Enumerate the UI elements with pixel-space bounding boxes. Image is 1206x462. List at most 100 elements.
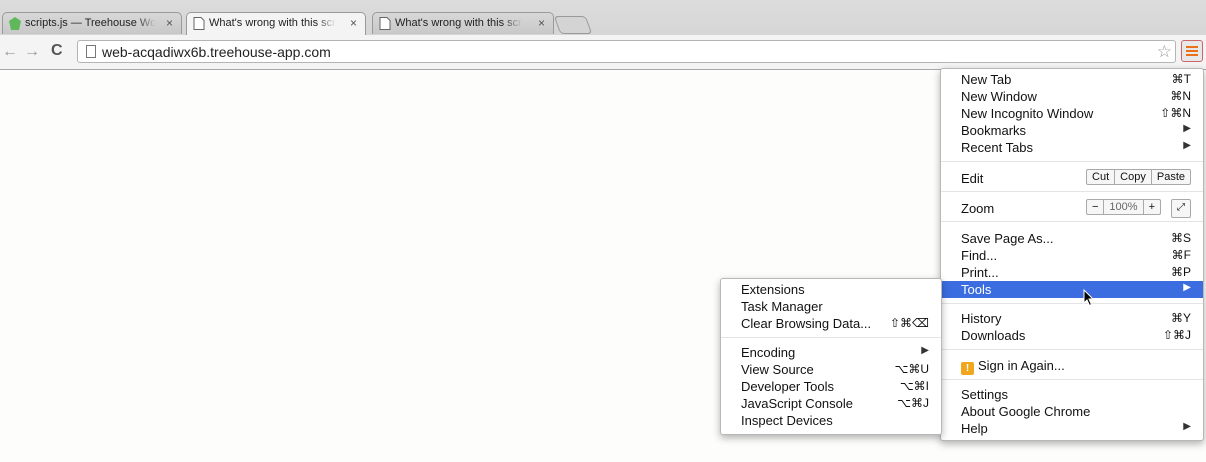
browser-chrome: scripts.js — Treehouse Wo × What's wrong… — [0, 0, 1206, 70]
menu-item-extensions[interactable]: Extensions — [721, 281, 941, 298]
menu-item-label: Downloads — [961, 328, 1026, 343]
menu-item-save-page[interactable]: Save Page As... ⌘S — [941, 230, 1203, 247]
menu-item-help[interactable]: Help ▶ — [941, 420, 1203, 437]
submenu-arrow-icon: ▶ — [1183, 123, 1191, 134]
menu-item-print[interactable]: Print... ⌘P — [941, 264, 1203, 281]
edit-controls: Cut Copy Paste — [1086, 169, 1191, 185]
tab-title: What's wrong with this scr — [395, 17, 522, 29]
menu-item-bookmarks[interactable]: Bookmarks ▶ — [941, 122, 1203, 139]
menu-item-label: Inspect Devices — [741, 413, 833, 428]
cut-button[interactable]: Cut — [1087, 170, 1116, 184]
mouse-cursor-icon — [1083, 289, 1095, 307]
menu-item-downloads[interactable]: Downloads ⇧⌘J — [941, 327, 1203, 344]
zoom-level: 100% — [1104, 200, 1144, 214]
menu-item-label: JavaScript Console — [741, 396, 853, 411]
menu-item-find[interactable]: Find... ⌘F — [941, 247, 1203, 264]
toolbar: ← → C web-acqadiwx6b.treehouse-app.com ☆ — [0, 35, 1206, 69]
menu-item-label: Settings — [961, 387, 1008, 402]
tab-scripts[interactable]: scripts.js — Treehouse Wo × — [2, 12, 182, 34]
menu-item-task-manager[interactable]: Task Manager — [721, 298, 941, 315]
menu-item-new-incognito[interactable]: New Incognito Window ⇧⌘N — [941, 105, 1203, 122]
menu-item-label-wrap: ! Sign in Again... — [961, 358, 1065, 375]
shortcut-label: ⌘Y — [1170, 311, 1191, 325]
chrome-menu-button[interactable] — [1181, 40, 1203, 62]
menu-item-developer-tools[interactable]: Developer Tools ⌥⌘I — [721, 378, 941, 395]
menu-item-label: Developer Tools — [741, 379, 834, 394]
menu-item-label: Find... — [961, 248, 998, 263]
url-text[interactable]: web-acqadiwx6b.treehouse-app.com — [102, 44, 331, 60]
menu-item-label: Print... — [961, 265, 999, 280]
tools-submenu: Extensions Task Manager Clear Browsing D… — [720, 278, 942, 435]
menu-item-label: Edit — [961, 171, 984, 186]
menu-item-label: Zoom — [961, 201, 995, 216]
menu-item-javascript-console[interactable]: JavaScript Console ⌥⌘J — [721, 395, 941, 412]
close-icon[interactable]: × — [350, 16, 357, 30]
menu-item-label: Bookmarks — [961, 123, 1027, 138]
star-icon[interactable]: ☆ — [1157, 42, 1172, 62]
tab-strip: scripts.js — Treehouse Wo × What's wrong… — [0, 12, 1206, 35]
menu-item-label: Encoding — [741, 345, 796, 360]
new-tab-button[interactable] — [553, 16, 593, 34]
menu-item-label: New Tab — [961, 72, 1012, 87]
forward-icon[interactable]: → — [24, 43, 40, 61]
tab-active[interactable]: What's wrong with this scr × — [186, 12, 366, 35]
shortcut-label: ⌘S — [1170, 231, 1191, 245]
fullscreen-icon[interactable]: ⤢ — [1171, 199, 1191, 218]
menu-item-label: Clear Browsing Data... — [741, 316, 872, 331]
menu-item-settings[interactable]: Settings — [941, 386, 1203, 403]
shortcut-label: ⌥⌘I — [899, 379, 929, 393]
menu-separator — [941, 349, 1203, 350]
shortcut-label: ⇧⌘⌫ — [889, 316, 929, 330]
menu-item-new-tab[interactable]: New Tab ⌘T — [941, 71, 1203, 88]
menu-item-zoom: Zoom − 100% + ⤢ — [941, 199, 1203, 218]
menu-item-new-window[interactable]: New Window ⌘N — [941, 88, 1203, 105]
menu-item-inspect-devices[interactable]: Inspect Devices — [721, 412, 941, 429]
menu-item-edit: Edit Cut Copy Paste — [941, 169, 1203, 187]
menu-item-tools[interactable]: Tools ▶ — [941, 281, 1203, 298]
submenu-arrow-icon: ▶ — [921, 345, 929, 356]
shortcut-label: ⌘N — [1170, 89, 1191, 103]
zoom-controls: − 100% + — [1085, 199, 1161, 215]
submenu-arrow-icon: ▶ — [1183, 282, 1191, 293]
menu-item-label: Task Manager — [741, 299, 823, 314]
menu-item-label: About Google Chrome — [961, 404, 1091, 419]
menu-item-sign-in[interactable]: ! Sign in Again... — [941, 357, 1203, 375]
reload-icon[interactable]: C — [51, 42, 63, 60]
menu-bar-icon — [1186, 46, 1198, 48]
page-icon — [86, 45, 96, 58]
menu-separator — [941, 221, 1203, 222]
chrome-main-menu: New Tab ⌘T New Window ⌘N New Incognito W… — [940, 68, 1204, 441]
menu-separator — [941, 379, 1203, 380]
paste-button[interactable]: Paste — [1152, 170, 1190, 184]
menu-separator — [721, 337, 941, 338]
menu-separator — [941, 161, 1203, 162]
close-icon[interactable]: × — [166, 16, 173, 30]
copy-button[interactable]: Copy — [1115, 170, 1152, 184]
menu-item-label: Help — [961, 421, 988, 436]
menu-item-label: New Window — [961, 89, 1037, 104]
shortcut-label: ⌥⌘J — [897, 396, 929, 410]
address-bar[interactable]: web-acqadiwx6b.treehouse-app.com ☆ — [77, 40, 1176, 63]
shortcut-label: ⇧⌘J — [1162, 328, 1191, 342]
menu-separator — [941, 303, 1203, 304]
menu-item-history[interactable]: History ⌘Y — [941, 310, 1203, 327]
shortcut-label: ⇧⌘N — [1160, 106, 1191, 120]
menu-item-encoding[interactable]: Encoding ▶ — [721, 344, 941, 361]
shortcut-label: ⌘T — [1171, 72, 1191, 86]
menu-item-clear-browsing-data[interactable]: Clear Browsing Data... ⇧⌘⌫ — [721, 315, 941, 332]
page-icon — [193, 17, 205, 30]
tab-third[interactable]: What's wrong with this scr × — [372, 12, 554, 34]
tab-title: scripts.js — Treehouse Wo — [25, 17, 157, 29]
menu-item-label: Tools — [961, 282, 992, 297]
menu-item-recent-tabs[interactable]: Recent Tabs ▶ — [941, 139, 1203, 156]
warning-icon: ! — [961, 362, 974, 375]
menu-item-label: Recent Tabs — [961, 140, 1034, 155]
close-icon[interactable]: × — [538, 16, 545, 30]
menu-item-view-source[interactable]: View Source ⌥⌘U — [721, 361, 941, 378]
page-icon — [379, 17, 391, 30]
zoom-out-button[interactable]: − — [1087, 200, 1105, 214]
menu-item-about[interactable]: About Google Chrome — [941, 403, 1203, 420]
menu-item-label: Extensions — [741, 282, 805, 297]
zoom-in-button[interactable]: + — [1144, 200, 1160, 214]
back-icon[interactable]: ← — [2, 43, 18, 61]
